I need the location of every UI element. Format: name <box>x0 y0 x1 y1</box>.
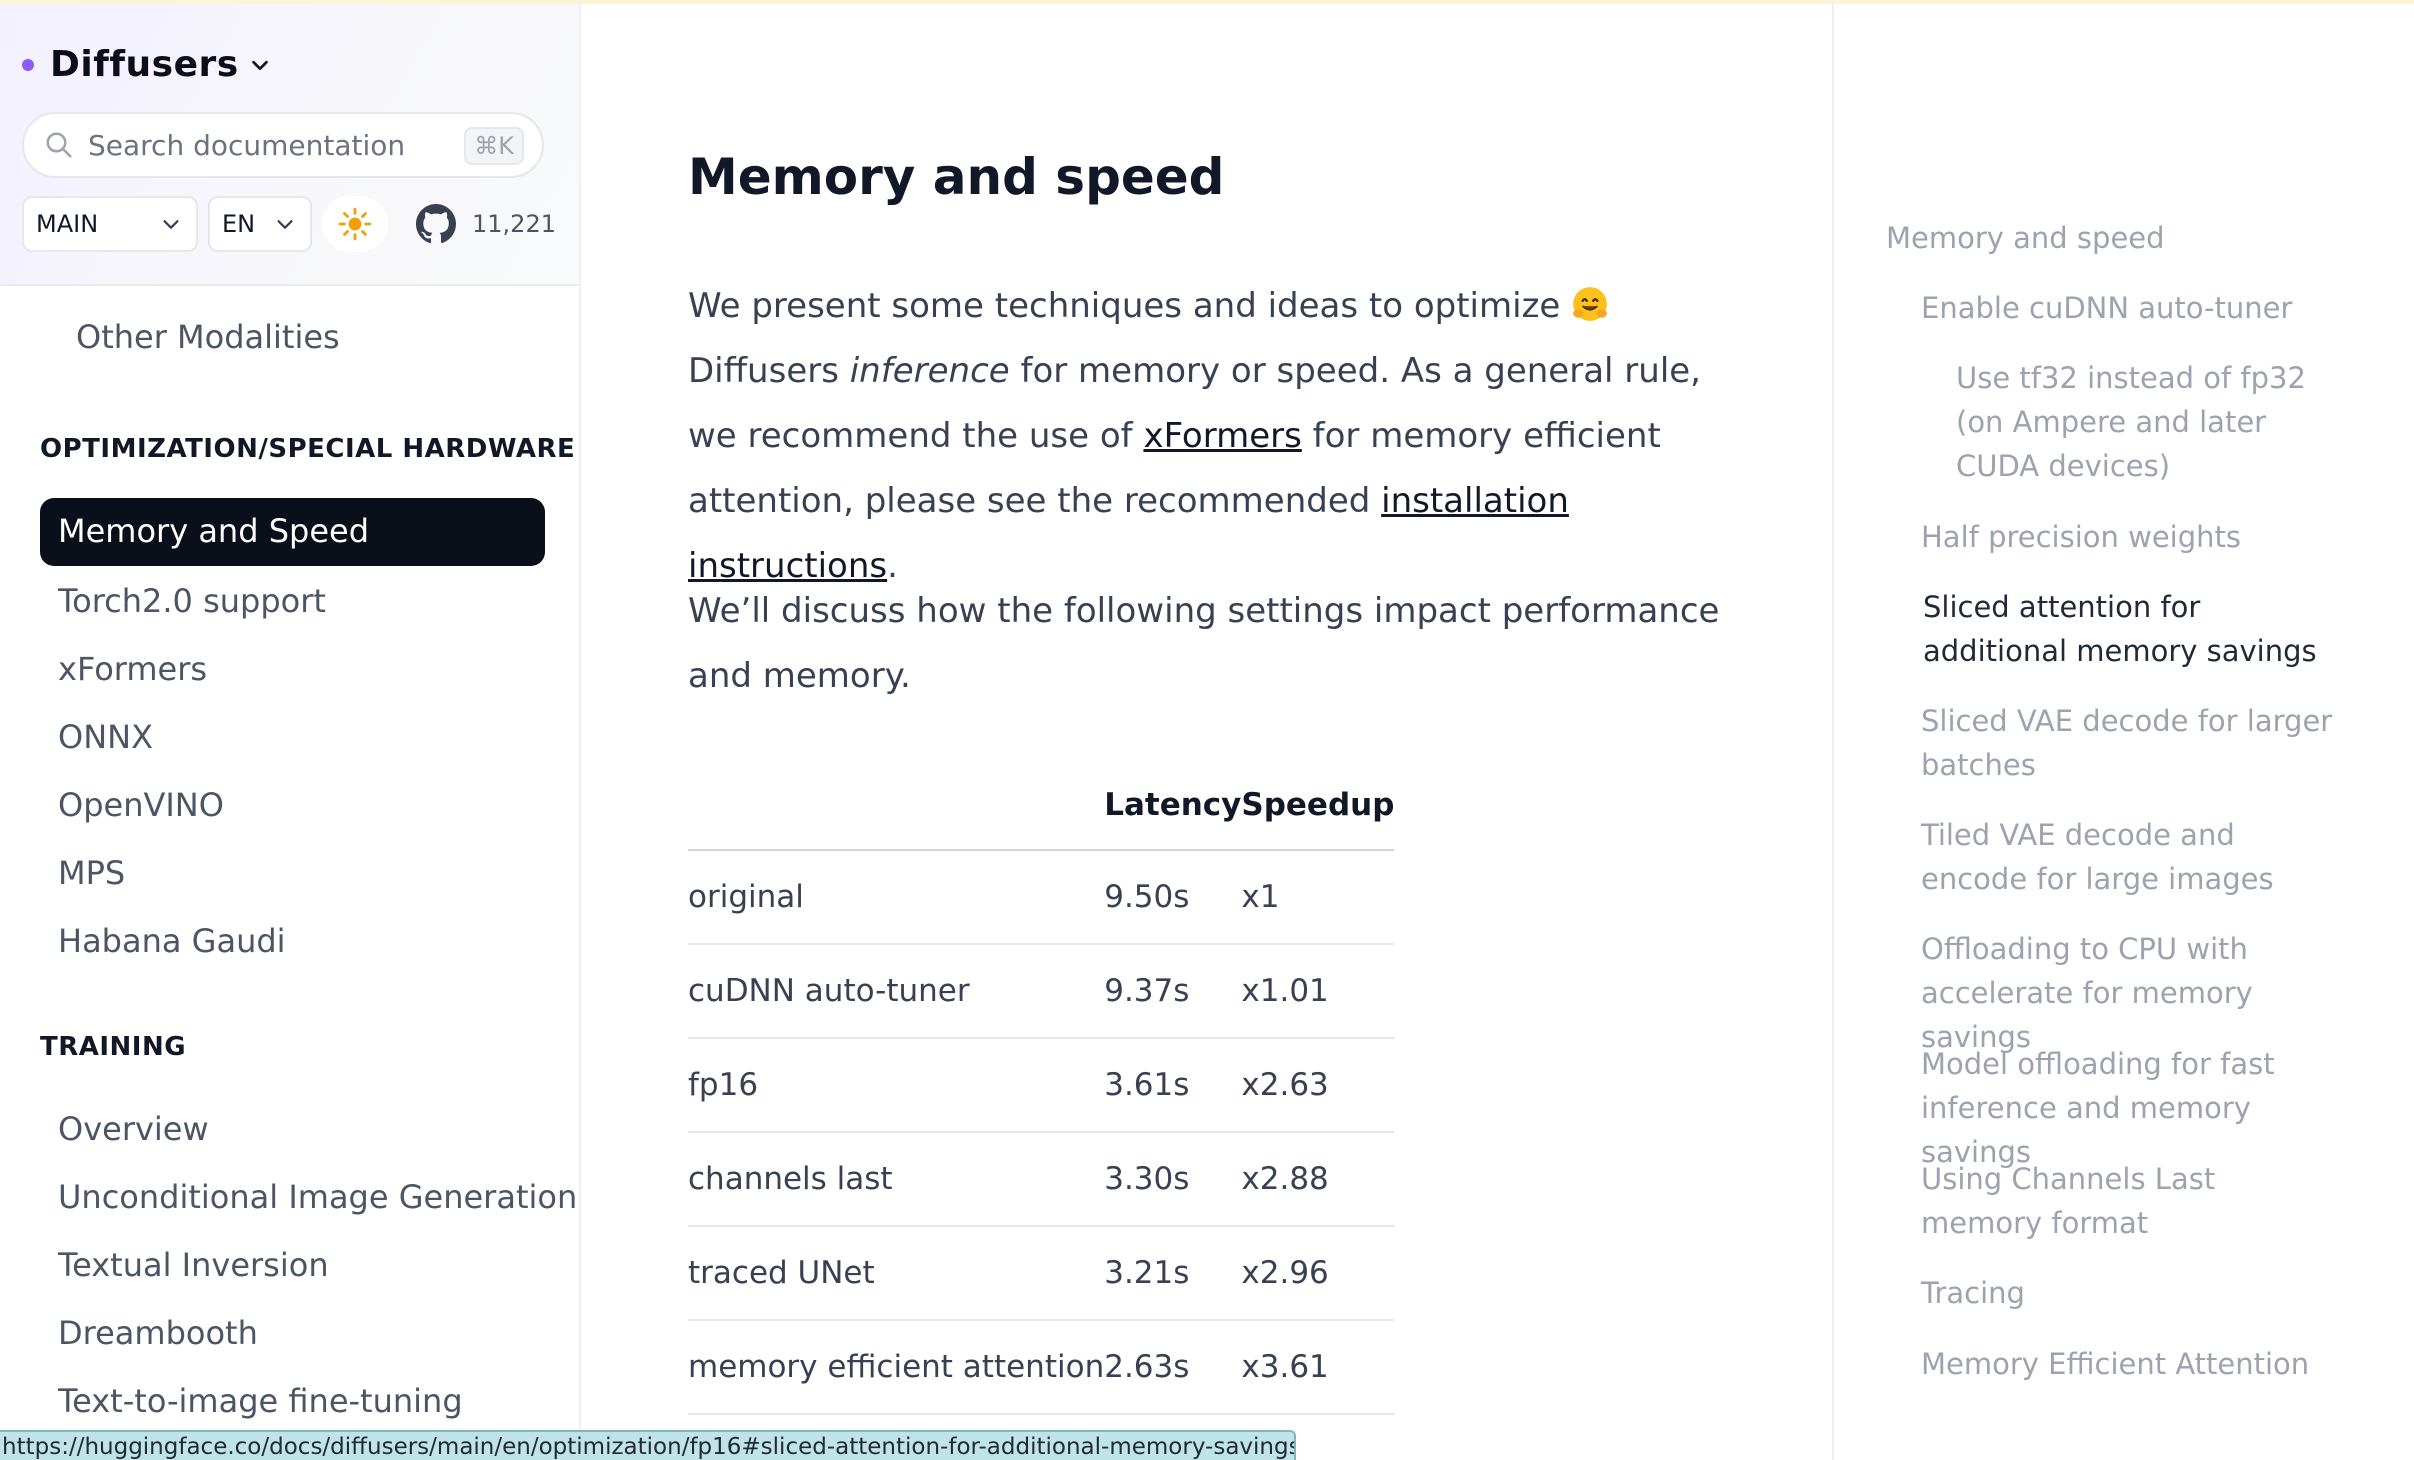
language-select[interactable]: EN <box>208 196 312 252</box>
brand-dot-icon <box>22 58 34 71</box>
sidebar-item-dreambooth[interactable]: Dreambooth <box>58 1314 258 1352</box>
toc-link-channels-last[interactable]: Using Channels Last memory format <box>1921 1157 2341 1245</box>
toc-link-memory-and-speed[interactable]: Memory and speed <box>1886 216 2386 260</box>
settings-paragraph: We’ll discuss how the following settings… <box>688 591 1720 696</box>
table-header-row: Latency Speedup <box>688 760 1395 851</box>
page-title: Memory and speed <box>688 148 1225 206</box>
table-row: traced UNet 3.21s x2.96 <box>688 1226 1395 1321</box>
toc-link-cudnn-auto-tuner[interactable]: Enable cuDNN auto-tuner <box>1921 286 2381 330</box>
sidebar: Diffusers ⌘K MAIN EN <box>0 0 581 1460</box>
table-cell: 3.21s <box>1104 1226 1242 1321</box>
intro-text: We present some techniques and ideas to … <box>688 286 1572 326</box>
table-cell: channels last <box>688 1132 1105 1227</box>
language-select-value: EN <box>222 210 256 238</box>
sidebar-item-memory-and-speed[interactable]: Memory and Speed <box>40 498 545 566</box>
toc-link-sliced-vae[interactable]: Sliced VAE decode for larger batches <box>1921 699 2341 787</box>
table-cell: x1 <box>1241 850 1395 945</box>
status-url: https://huggingface.co/docs/diffusers/ma… <box>2 1434 1296 1460</box>
toc-link-sliced-attention[interactable]: Sliced attention for additional memory s… <box>1923 585 2343 673</box>
intro-emphasis: inference <box>849 351 1010 391</box>
table-cell: fp16 <box>688 1038 1105 1133</box>
table-header <box>688 760 1105 851</box>
search-icon <box>46 132 72 158</box>
sidebar-item-overview[interactable]: Overview <box>58 1110 209 1148</box>
search-input[interactable] <box>88 128 448 162</box>
toc-link-offloading-cpu[interactable]: Offloading to CPU with accelerate for me… <box>1921 927 2341 1059</box>
toc-link-memory-efficient-attention[interactable]: Memory Efficient Attention <box>1921 1342 2381 1386</box>
sidebar-item-torch2[interactable]: Torch2.0 support <box>58 582 326 620</box>
table-cell: x1.01 <box>1241 944 1395 1039</box>
table-cell: cuDNN auto-tuner <box>688 944 1105 1039</box>
sidebar-header: Diffusers ⌘K MAIN EN <box>0 4 579 286</box>
table-cell: traced UNet <box>688 1226 1105 1321</box>
table-cell: original <box>688 850 1105 945</box>
sidebar-item-label: Memory and Speed <box>58 512 369 550</box>
sun-icon <box>338 207 372 241</box>
github-icon[interactable] <box>416 204 456 244</box>
version-select[interactable]: MAIN <box>22 196 198 252</box>
table-cell: memory efficient attention <box>688 1320 1105 1415</box>
chevron-down-icon <box>163 220 179 229</box>
version-select-value: MAIN <box>36 210 99 238</box>
sidebar-item-onnx[interactable]: ONNX <box>58 718 153 756</box>
chevron-down-icon <box>277 220 293 229</box>
table-row: original 9.50s x1 <box>688 850 1395 945</box>
link-status-bar: https://huggingface.co/docs/diffusers/ma… <box>0 1430 1296 1460</box>
toc-link-tf32[interactable]: Use tf32 instead of fp32 (on Ampere and … <box>1956 356 2356 488</box>
sidebar-item-openvino[interactable]: OpenVINO <box>58 786 224 824</box>
xformers-link[interactable]: xFormers <box>1143 416 1301 456</box>
sidebar-section-optimization: OPTIMIZATION/SPECIAL HARDWARE <box>40 434 576 464</box>
sidebar-item-textual-inversion[interactable]: Textual Inversion <box>58 1246 329 1284</box>
table-header: Speedup <box>1241 760 1395 851</box>
table-cell: x2.63 <box>1241 1038 1395 1133</box>
table-row: memory efficient attention 2.63s x3.61 <box>688 1320 1395 1415</box>
hugging-face-emoji-icon <box>1573 287 1608 321</box>
table-cell: 9.50s <box>1104 850 1242 945</box>
sidebar-item-xformers[interactable]: xFormers <box>58 650 207 688</box>
table-row: cuDNN auto-tuner 9.37s x1.01 <box>688 944 1395 1039</box>
toc-divider <box>1832 0 1834 1460</box>
performance-table: Latency Speedup original 9.50s x1 cuDNN … <box>688 760 1395 1415</box>
table-header: Latency <box>1104 760 1242 851</box>
toc-link-tiled-vae[interactable]: Tiled VAE decode and encode for large im… <box>1921 813 2341 901</box>
table-cell: 2.63s <box>1104 1320 1242 1415</box>
sidebar-item-habana-gaudi[interactable]: Habana Gaudi <box>58 922 286 960</box>
table-cell: 3.30s <box>1104 1132 1242 1227</box>
github-stars-count[interactable]: 11,221 <box>472 210 556 238</box>
intro-text: Diffusers <box>688 351 850 391</box>
table-cell: 3.61s <box>1104 1038 1242 1133</box>
table-cell: x2.88 <box>1241 1132 1395 1227</box>
brand-name[interactable]: Diffusers <box>50 44 239 85</box>
toc-link-half-precision[interactable]: Half precision weights <box>1921 515 2381 559</box>
toc-link-tracing[interactable]: Tracing <box>1921 1271 2341 1315</box>
sidebar-item-unconditional-image-generation[interactable]: Unconditional Image Generation <box>58 1178 577 1216</box>
sidebar-item-mps[interactable]: MPS <box>58 854 125 892</box>
sidebar-section-training: TRAINING <box>40 1032 187 1062</box>
sidebar-item-text-to-image[interactable]: Text-to-image fine-tuning <box>58 1382 463 1420</box>
search-box[interactable]: ⌘K <box>22 112 544 178</box>
table-cell: 9.37s <box>1104 944 1242 1039</box>
table-cell: x3.61 <box>1241 1320 1395 1415</box>
sidebar-item-other-modalities[interactable]: Other Modalities <box>76 318 340 356</box>
intro-paragraph: We present some techniques and ideas to … <box>688 274 1728 599</box>
theme-toggle-button[interactable] <box>322 196 388 252</box>
table-row: fp16 3.61s x2.63 <box>688 1038 1395 1133</box>
search-shortcut-badge: ⌘K <box>464 127 524 165</box>
table-row: channels last 3.30s x2.88 <box>688 1132 1395 1227</box>
table-cell: x2.96 <box>1241 1226 1395 1321</box>
brand-menu[interactable]: Diffusers <box>22 44 271 85</box>
chevron-down-icon[interactable] <box>249 54 271 76</box>
toc-link-model-offloading[interactable]: Model offloading for fast inference and … <box>1921 1042 2341 1174</box>
